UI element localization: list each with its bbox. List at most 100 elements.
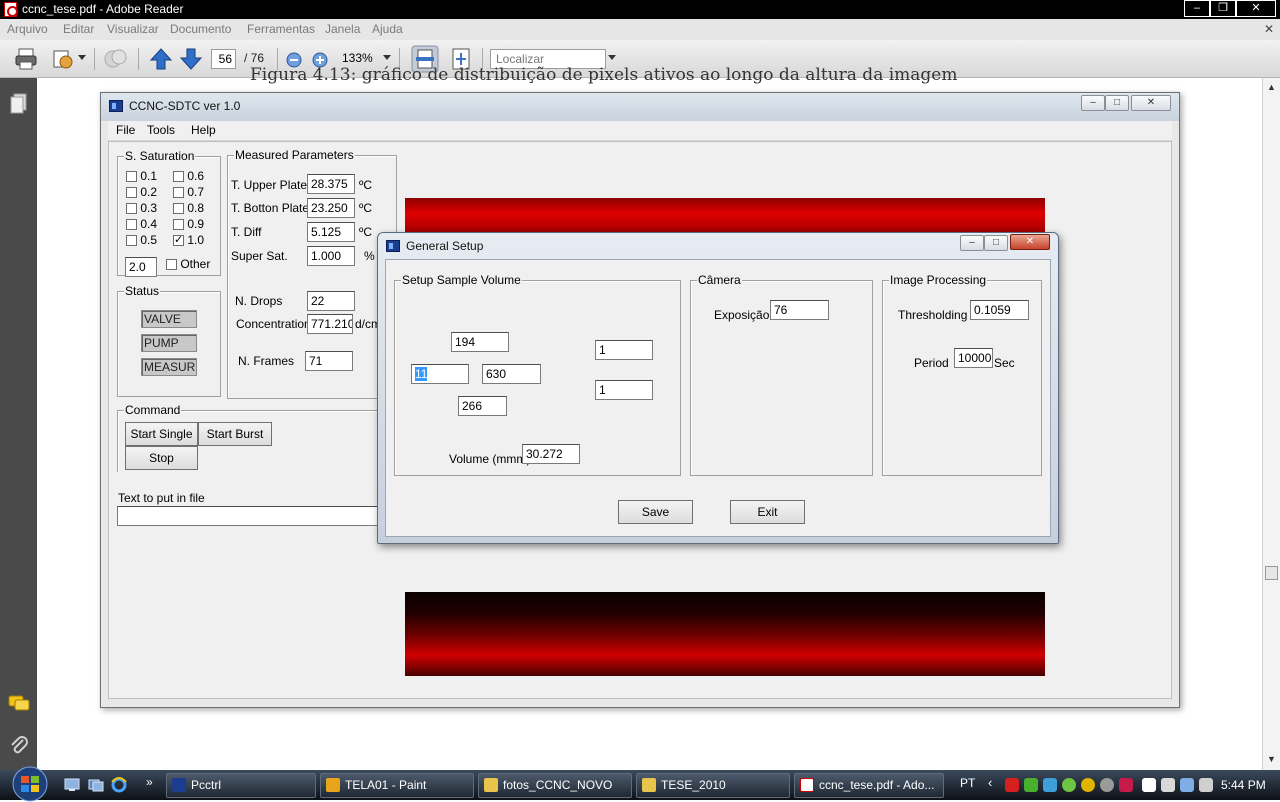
menu-editar[interactable]: Editar	[63, 22, 94, 36]
saturation-legend: S. Saturation	[124, 149, 196, 163]
sat-option-other[interactable]: Other	[166, 257, 210, 271]
sat-option-0-4[interactable]: 0.4	[126, 217, 157, 231]
task-adobe-reader[interactable]: ccnc_tese.pdf - Ado...	[794, 773, 944, 798]
tray-expand-icon[interactable]: ‹	[988, 775, 992, 790]
save-button[interactable]: Save	[618, 500, 693, 524]
volume-bottom-input[interactable]: 266	[458, 396, 507, 416]
page-number-input[interactable]: 56	[211, 49, 236, 69]
print-icon[interactable]	[13, 46, 39, 72]
dialog-minimize-button[interactable]: –	[960, 235, 984, 251]
internet-explorer-icon[interactable]	[111, 776, 127, 794]
ccnc-minimize-button[interactable]: –	[1081, 95, 1105, 111]
menu-help[interactable]: Help	[191, 123, 216, 137]
volume-aux1-input[interactable]: 1	[595, 340, 653, 360]
task-tese-folder[interactable]: TESE_2010	[636, 773, 790, 798]
sat-option-0-8[interactable]: 0.8	[173, 201, 204, 215]
menu-tools[interactable]: Tools	[147, 123, 175, 137]
period-input[interactable]: 10000	[954, 348, 993, 368]
upper-plate-value[interactable]: 28.375	[307, 174, 355, 194]
scroll-thumb[interactable]	[1265, 566, 1278, 580]
scroll-up-icon[interactable]: ▲	[1267, 82, 1276, 92]
frames-label: N. Frames	[238, 354, 295, 368]
volume-top-input[interactable]: 194	[451, 332, 509, 352]
previous-page-icon[interactable]	[148, 46, 174, 72]
language-indicator[interactable]: PT	[960, 776, 975, 790]
sat-option-0-7[interactable]: 0.7	[173, 185, 204, 199]
menu-documento[interactable]: Documento	[170, 22, 231, 36]
dialog-maximize-button[interactable]: □	[984, 235, 1008, 251]
sat-option-0-2[interactable]: 0.2	[126, 185, 157, 199]
comment-icon[interactable]	[103, 46, 129, 72]
task-fotos-folder[interactable]: fotos_CCNC_NOVO	[478, 773, 632, 798]
next-page-icon[interactable]	[178, 46, 204, 72]
messenger-tray-icon[interactable]	[1062, 778, 1076, 792]
antivirus-tray-icon[interactable]	[1119, 778, 1133, 792]
zoom-dropdown-icon[interactable]	[383, 55, 391, 60]
task-paint[interactable]: TELA01 - Paint	[320, 773, 474, 798]
clock[interactable]: 5:44 PM	[1221, 778, 1266, 792]
supersat-value[interactable]: 1.000	[307, 246, 355, 266]
volume-tray-icon[interactable]	[1199, 778, 1213, 792]
show-desktop-icon[interactable]	[64, 778, 80, 792]
bottom-plate-value[interactable]: 23.250	[307, 198, 355, 218]
attachments-panel-icon[interactable]	[9, 735, 29, 757]
ccnc-close-button[interactable]: ✕	[1131, 95, 1171, 111]
start-button-icon[interactable]	[10, 766, 50, 802]
ccnc-maximize-button[interactable]: □	[1105, 95, 1129, 111]
quick-launch-more-icon[interactable]: »	[146, 775, 153, 789]
menubar-close-icon[interactable]: ✕	[1264, 22, 1274, 36]
t-diff-value[interactable]: 5.125	[307, 222, 355, 242]
exit-button[interactable]: Exit	[730, 500, 805, 524]
volume-value[interactable]: 30.272	[522, 444, 580, 464]
device-tray-icon[interactable]	[1142, 778, 1156, 792]
volume-aux2-input[interactable]: 1	[595, 380, 653, 400]
scroll-down-icon[interactable]: ▼	[1267, 754, 1276, 764]
sat-option-0-5[interactable]: 0.5	[126, 233, 157, 247]
minimize-button[interactable]: –	[1184, 0, 1210, 17]
menu-file[interactable]: File	[116, 123, 135, 137]
text-file-label: Text to put in file	[118, 491, 205, 505]
volume-right-input[interactable]: 630	[482, 364, 541, 384]
menu-janela[interactable]: Janela	[325, 22, 360, 36]
search-dropdown-icon[interactable]	[608, 55, 616, 60]
menu-ferramentas[interactable]: Ferramentas	[247, 22, 315, 36]
start-single-button[interactable]: Start Single	[125, 422, 198, 446]
exposure-input[interactable]: 76	[770, 300, 829, 320]
task-pcctrl[interactable]: Pcctrl	[166, 773, 316, 798]
start-burst-button[interactable]: Start Burst	[198, 422, 272, 446]
sat-option-1-0[interactable]: 1.0	[173, 233, 204, 247]
frames-value[interactable]: 71	[305, 351, 353, 371]
sat-option-0-6[interactable]: 0.6	[173, 169, 204, 183]
sat-option-0-3[interactable]: 0.3	[126, 201, 157, 215]
drops-value[interactable]: 22	[307, 291, 355, 311]
sat-option-0-1[interactable]: 0.1	[126, 169, 157, 183]
restore-button[interactable]: ❐	[1210, 0, 1236, 17]
settings-tray-icon[interactable]	[1100, 778, 1114, 792]
dialog-close-button[interactable]: ✕	[1010, 234, 1050, 250]
network-status-tray-icon[interactable]	[1180, 778, 1194, 792]
concentration-value[interactable]: 771.210	[307, 314, 353, 334]
share-dropdown-icon[interactable]	[78, 55, 86, 60]
network-tray-icon[interactable]	[1024, 778, 1038, 792]
text-file-input[interactable]	[117, 506, 379, 526]
upper-plate-label: T. Upper Plate	[231, 178, 308, 192]
volume-left-input[interactable]: 11	[411, 364, 469, 384]
saturation-custom-input[interactable]: 2.0	[125, 257, 157, 277]
switch-windows-icon[interactable]	[88, 778, 104, 792]
folder-icon	[642, 778, 656, 792]
update-tray-icon[interactable]	[1081, 778, 1095, 792]
stop-button[interactable]: Stop	[125, 446, 198, 470]
share-icon[interactable]	[50, 46, 76, 72]
power-tray-icon[interactable]	[1161, 778, 1175, 792]
close-button[interactable]: ✕	[1236, 0, 1276, 17]
bluetooth-tray-icon[interactable]	[1043, 778, 1057, 792]
menu-ajuda[interactable]: Ajuda	[372, 22, 403, 36]
ati-tray-icon[interactable]	[1005, 778, 1019, 792]
menu-arquivo[interactable]: Arquivo	[7, 22, 48, 36]
threshold-input[interactable]: 0.1059	[970, 300, 1029, 320]
document-scrollbar[interactable]: ▲ ▼	[1262, 78, 1280, 770]
comments-panel-icon[interactable]	[8, 695, 30, 713]
pages-panel-icon[interactable]	[10, 93, 28, 115]
menu-visualizar[interactable]: Visualizar	[107, 22, 159, 36]
sat-option-0-9[interactable]: 0.9	[173, 217, 204, 231]
